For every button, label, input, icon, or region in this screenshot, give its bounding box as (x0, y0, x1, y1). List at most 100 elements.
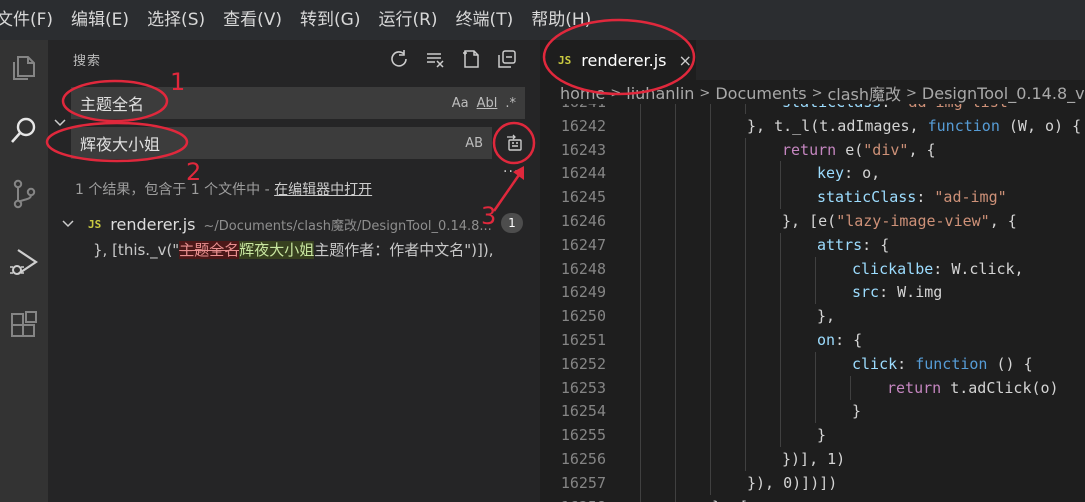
indent-guide (780, 375, 781, 400)
code-line[interactable]: 16247 attrs: { (540, 232, 1085, 257)
result-file-name: renderer.js (110, 214, 196, 234)
result-file-row[interactable]: JS renderer.js ~/Documents/clash魔改/Desig… (60, 212, 530, 236)
menu-run[interactable]: 运行(R) (369, 0, 446, 40)
toggle-search-details-icon[interactable]: ··· (503, 164, 519, 180)
code-line[interactable]: 16250}, (540, 304, 1085, 329)
menu-file[interactable]: 文件(F) (0, 0, 62, 40)
run-debug-icon[interactable] (0, 238, 48, 286)
code-line[interactable]: 16244 key: o, (540, 161, 1085, 186)
indent-guide (675, 209, 676, 233)
regex-toggle[interactable]: .* (505, 96, 516, 111)
indent-guide (850, 375, 851, 400)
indent-guide (815, 375, 816, 400)
indent-guide (710, 137, 711, 162)
activity-bar (0, 40, 48, 502)
js-file-icon: JS (558, 53, 572, 67)
menu-terminal[interactable]: 终端(T) (447, 0, 523, 40)
sidebar-actions (386, 46, 520, 72)
tab-bar: JS renderer.js × (540, 40, 1085, 80)
code-line[interactable]: 16241 staticClass: "ad-img-list" (540, 104, 1085, 114)
refresh-icon[interactable] (386, 46, 412, 72)
indent-guide (780, 399, 781, 424)
collapse-all-icon[interactable] (494, 46, 520, 72)
extensions-icon[interactable] (0, 302, 48, 350)
menu-selection[interactable]: 选择(S) (138, 0, 214, 40)
code-text: key: o, (817, 164, 881, 183)
match-case-toggle[interactable]: Aa (452, 96, 469, 111)
toggle-replace-chevron-icon[interactable] (52, 115, 68, 131)
code-line[interactable]: 16254} (540, 399, 1085, 424)
indent-guide (640, 161, 641, 186)
menu-go[interactable]: 转到(G) (291, 0, 369, 40)
replace-input[interactable] (72, 128, 466, 158)
replace-all-button[interactable] (498, 127, 530, 159)
indent-guide (675, 113, 676, 138)
open-in-editor-link[interactable]: 在编辑器中打开 (274, 182, 372, 198)
match-whole-word-toggle[interactable]: Abl (477, 96, 498, 111)
menu-bar: 文件(F) 编辑(E) 选择(S) 查看(V) 转到(G) 运行(R) 终端(T… (0, 0, 1085, 40)
result-message: 1 个结果，包含于 1 个文件中 - 在编辑器中打开 (75, 179, 372, 199)
code-line[interactable]: 16252 click: function () { (540, 351, 1085, 376)
indent-guide (780, 351, 781, 376)
menu-help[interactable]: 帮助(H) (522, 0, 600, 40)
indent-guide (640, 399, 641, 424)
code-line[interactable]: 16242}, t._l(t.adImages, function (W, o)… (540, 113, 1085, 138)
chevron-right-icon: > (610, 85, 622, 101)
code-line[interactable]: 16258}, [ (540, 494, 1085, 502)
indent-guide (675, 304, 676, 329)
code-line[interactable]: 16251 on: { (540, 328, 1085, 352)
tab-renderer-js[interactable]: JS renderer.js × (540, 40, 696, 80)
code-line[interactable]: 16255} (540, 423, 1085, 448)
indent-guide (675, 375, 676, 400)
breadcrumb-clash[interactable]: clash魔改 (827, 82, 901, 104)
indent-guide (675, 161, 676, 186)
indent-guide (710, 328, 711, 352)
chevron-down-icon[interactable] (60, 216, 76, 232)
indent-guide (640, 256, 641, 281)
clear-results-icon[interactable] (422, 46, 448, 72)
code-text: }, [e("lazy-image-view", { (782, 212, 1017, 230)
search-icon[interactable] (0, 106, 48, 154)
breadcrumb-user[interactable]: liuhanlin (626, 84, 694, 103)
indent-guide (675, 328, 676, 352)
code-text: } (817, 426, 827, 445)
new-search-editor-icon[interactable] (458, 46, 484, 72)
code-line[interactable]: 16249 src: W.img (540, 280, 1085, 305)
line-number: 16256 (560, 450, 606, 468)
source-control-icon[interactable] (0, 170, 48, 218)
breadcrumb-home[interactable]: home (560, 84, 605, 103)
indent-guide (640, 232, 641, 257)
menu-edit[interactable]: 编辑(E) (62, 0, 138, 40)
menu-view[interactable]: 查看(V) (214, 0, 291, 40)
code-line[interactable]: 16243 return e("div", { (540, 137, 1085, 162)
breadcrumb: home > liuhanlin > Documents > clash魔改 >… (560, 82, 1085, 105)
code-line[interactable]: 16248 clickalbe: W.click, (540, 256, 1085, 281)
indent-guide (675, 232, 676, 257)
breadcrumb-documents[interactable]: Documents (715, 84, 806, 103)
match-prefix: }, [this._v(" (93, 241, 180, 259)
match-preview-row[interactable]: }, [this._v("主题全名辉夜大小姐主题作者：作者中文名")]), (93, 239, 493, 260)
match-suffix: 主题作者：作者中文名")]), (314, 241, 494, 259)
code-line[interactable]: 16246}, [e("lazy-image-view", { (540, 209, 1085, 233)
chevron-right-icon: > (811, 85, 823, 101)
annotation-number-three: 3 (481, 202, 497, 230)
indent-guide (710, 185, 711, 210)
sidebar-title: 搜索 (73, 54, 102, 69)
indent-guide (640, 447, 641, 471)
indent-guide (675, 399, 676, 424)
search-sidebar: 搜索 Aa Abl .* AB ··· 1 个结果，包含于 1 个文件中 - 在… (48, 40, 540, 502)
code-text: clickalbe: W.click, (852, 259, 1024, 278)
code-line[interactable]: 16257}), 0)])]) (540, 470, 1085, 495)
line-number: 16253 (560, 378, 606, 397)
indent-guide (745, 280, 746, 305)
indent-guide (675, 137, 676, 162)
breadcrumb-designtool[interactable]: DesignTool_0.14.8_v01 (922, 84, 1085, 103)
search-input[interactable] (72, 88, 452, 118)
code-line[interactable]: 16253 return t.adClick(o) (540, 375, 1085, 400)
explorer-icon[interactable] (0, 44, 48, 92)
code-line[interactable]: 16256})], 1) (540, 447, 1085, 471)
code-area[interactable]: 16241 staticClass: "ad-img-list" 16242}, t… (540, 104, 1085, 502)
code-line[interactable]: 16245 staticClass: "ad-img" (540, 185, 1085, 210)
preserve-case-toggle[interactable]: AB (465, 136, 483, 151)
close-icon[interactable]: × (679, 51, 692, 70)
